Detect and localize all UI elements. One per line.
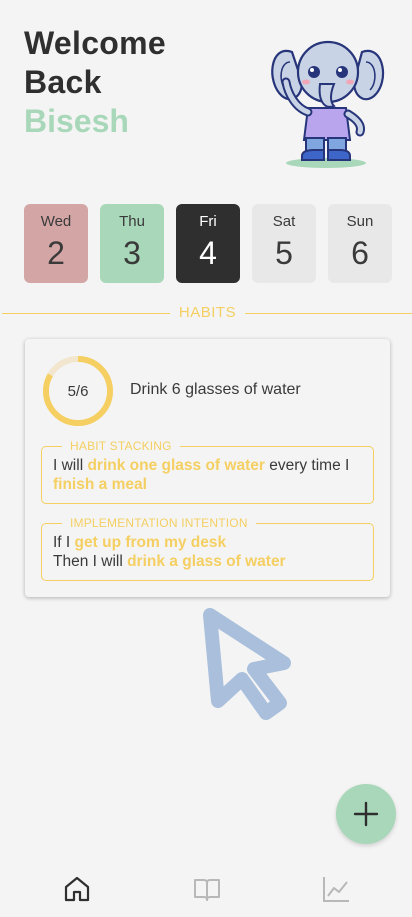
bottom-navigation: [0, 860, 412, 917]
welcome-line-1: Welcome: [24, 25, 167, 61]
divider-line-right: [245, 313, 412, 314]
add-habit-button[interactable]: [336, 784, 396, 844]
divider-line-left: [2, 313, 170, 314]
stacking-action: drink one glass of water: [87, 457, 265, 474]
day-thu[interactable]: Thu 3: [100, 204, 164, 283]
impl-then-prefix: Then I will: [53, 553, 128, 570]
stacking-trigger: finish a meal: [53, 476, 147, 493]
day-sun[interactable]: Sun 6: [328, 204, 392, 283]
implementation-intention-box: IMPLEMENTATION INTENTION If I get up fro…: [41, 516, 374, 581]
day-sat[interactable]: Sat 5: [252, 204, 316, 283]
header: Welcome Back Bisesh: [24, 24, 166, 141]
habits-section-header: HABITS: [0, 304, 412, 322]
plus-icon: [353, 801, 379, 827]
habit-stacking-legend: HABIT STACKING: [62, 439, 180, 453]
home-icon[interactable]: [62, 874, 92, 904]
day-name: Fri: [199, 213, 217, 230]
stacking-prefix: I will: [53, 457, 88, 474]
day-name: Wed: [40, 213, 72, 230]
pointer-cursor-icon: [203, 608, 291, 720]
habit-card[interactable]: 5/6 Drink 6 glasses of water HABIT STACK…: [25, 339, 390, 597]
day-name: Thu: [119, 213, 145, 230]
day-name: Sat: [272, 213, 296, 230]
habit-stacking-box: HABIT STACKING I will drink one glass of…: [41, 439, 374, 504]
day-selector: Wed 2 Thu 3 Fri 4 Sat 5 Sun 6: [24, 204, 392, 283]
day-number: 5: [275, 235, 293, 271]
welcome-line-2: Back: [24, 64, 102, 100]
day-number: 3: [123, 235, 141, 271]
day-fri[interactable]: Fri 4: [176, 204, 240, 283]
section-label: HABITS: [178, 304, 237, 321]
day-wed[interactable]: Wed 2: [24, 204, 88, 283]
day-number: 2: [47, 235, 65, 271]
book-icon[interactable]: [192, 874, 222, 904]
elephant-mascot-illustration: [271, 40, 385, 168]
implementation-legend: IMPLEMENTATION INTENTION: [62, 516, 256, 530]
username: Bisesh: [24, 103, 129, 139]
day-number: 6: [351, 235, 369, 271]
habit-title: Drink 6 glasses of water: [130, 381, 301, 398]
impl-prefix: If I: [53, 534, 75, 551]
day-name: Sun: [346, 213, 374, 230]
day-number: 4: [199, 235, 217, 271]
impl-action: drink a glass of water: [127, 553, 286, 570]
stacking-middle: every time I: [264, 457, 350, 474]
chart-icon[interactable]: [321, 874, 351, 904]
impl-cue: get up from my desk: [74, 534, 227, 551]
progress-count: 5/6: [67, 382, 89, 400]
